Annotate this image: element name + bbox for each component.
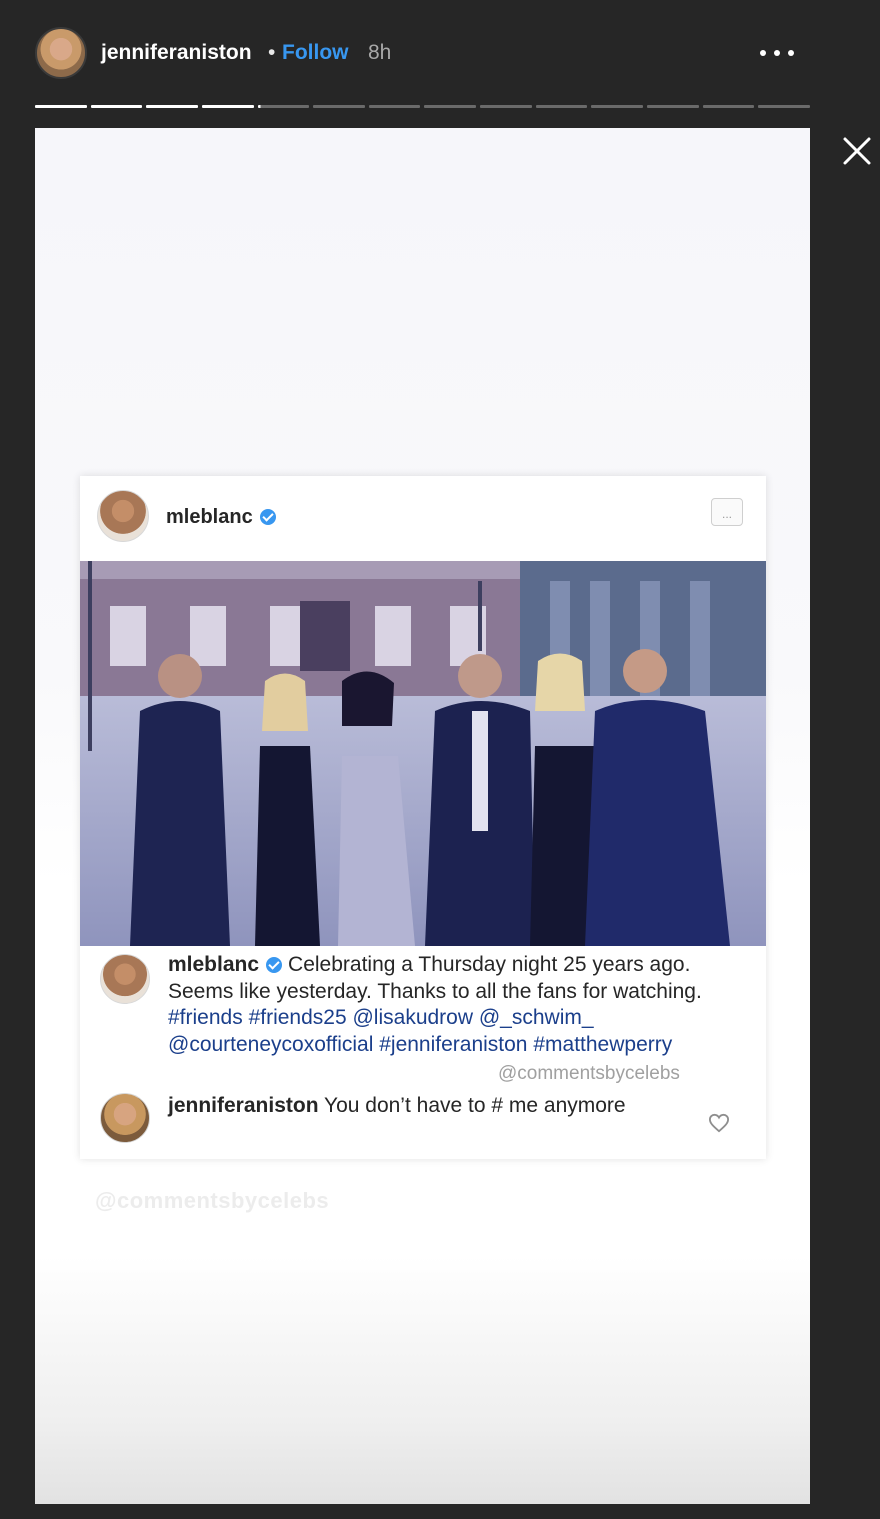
progress-segment <box>424 105 477 108</box>
post-comment: jenniferaniston You don’t have to # me a… <box>168 1093 688 1120</box>
group-photo-image <box>80 561 766 946</box>
story-author-avatar[interactable] <box>35 27 87 79</box>
bottom-watermark: @commentsbycelebs <box>95 1188 330 1213</box>
post-caption: mleblanc Celebrating a Thursday night 25 … <box>168 952 738 1058</box>
caption-verified-badge-icon <box>266 957 283 973</box>
post-author-username: mleblanc <box>166 506 276 529</box>
progress-segment <box>146 105 198 108</box>
caption-tag: #friends25 <box>248 1006 347 1029</box>
caption-author-avatar <box>100 954 150 1004</box>
caption-tag: #friends <box>168 1006 243 1029</box>
progress-segment <box>535 105 588 108</box>
progress-segment <box>35 105 87 108</box>
comment-text: You don’t have to # me anymore <box>324 1094 626 1117</box>
post-author-avatar <box>97 490 149 542</box>
instagram-post-screenshot: mleblanc ... mleblanc Celebrating a Thur… <box>80 476 766 1159</box>
progress-segment <box>90 105 143 108</box>
progress-segment <box>257 105 310 108</box>
post-options-icon: ... <box>711 498 743 526</box>
caption-tag: #jenniferaniston <box>379 1032 528 1056</box>
progress-segment <box>647 105 699 108</box>
follow-button[interactable]: Follow <box>282 41 349 65</box>
progress-segment <box>201 105 254 108</box>
progress-segment <box>591 105 644 108</box>
post-watermark: @commentsbycelebs <box>498 1063 680 1084</box>
more-horizontal-icon[interactable] <box>756 36 798 70</box>
progress-segment <box>368 105 421 108</box>
progress-segment <box>702 105 755 108</box>
caption-tag: @_schwim_ <box>478 1006 594 1029</box>
comment-username: jenniferaniston <box>168 1094 319 1117</box>
caption-username: mleblanc <box>168 953 260 976</box>
story-timestamp: 8h <box>368 41 392 64</box>
progress-segment <box>758 105 810 108</box>
comment-author-avatar <box>100 1093 150 1143</box>
caption-tag: @courteneycoxofficial <box>168 1032 374 1056</box>
post-username-text: mleblanc <box>166 506 253 528</box>
caption-tag: #matthewperry <box>533 1032 673 1056</box>
progress-segment <box>480 105 532 108</box>
progress-segment <box>313 105 365 108</box>
close-icon[interactable] <box>838 132 876 170</box>
story-author-username[interactable]: jenniferaniston <box>101 41 252 65</box>
story-progress-bar <box>35 105 810 108</box>
caption-tag: @lisakudrow <box>352 1006 474 1029</box>
heart-icon <box>708 1113 730 1133</box>
separator-dot: • <box>268 41 276 64</box>
verified-badge-icon <box>259 509 276 525</box>
